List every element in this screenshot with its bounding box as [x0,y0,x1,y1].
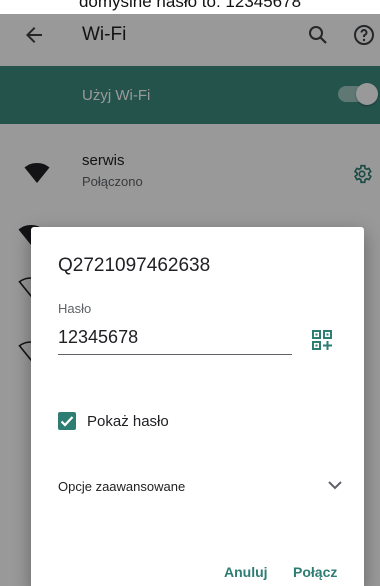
qr-scan-icon[interactable] [311,329,333,351]
connect-button[interactable]: Połącz [293,564,337,580]
password-input[interactable] [58,325,292,355]
show-password-checkbox[interactable] [58,412,76,430]
password-label: Hasło [58,301,92,316]
cancel-button[interactable]: Anuluj [224,564,268,580]
top-caption-strip: domyslne hasło to: 12345678 [0,0,380,14]
show-password-label[interactable]: Pokaż hasło [87,413,169,430]
chevron-down-icon[interactable] [324,474,346,496]
wifi-password-dialog: Q2721097462638 Hasło Pokaż hasło Opcje z… [31,227,364,586]
caption-text: domyslne hasło to: 12345678 [78,0,302,11]
advanced-options-label[interactable]: Opcje zaawansowane [58,479,185,494]
check-icon [60,416,74,427]
wifi-settings-screen: Wi-Fi Użyj Wi-Fi serwis Połączono Q27210… [0,14,380,586]
dialog-title: Q2721097462638 [58,255,211,276]
